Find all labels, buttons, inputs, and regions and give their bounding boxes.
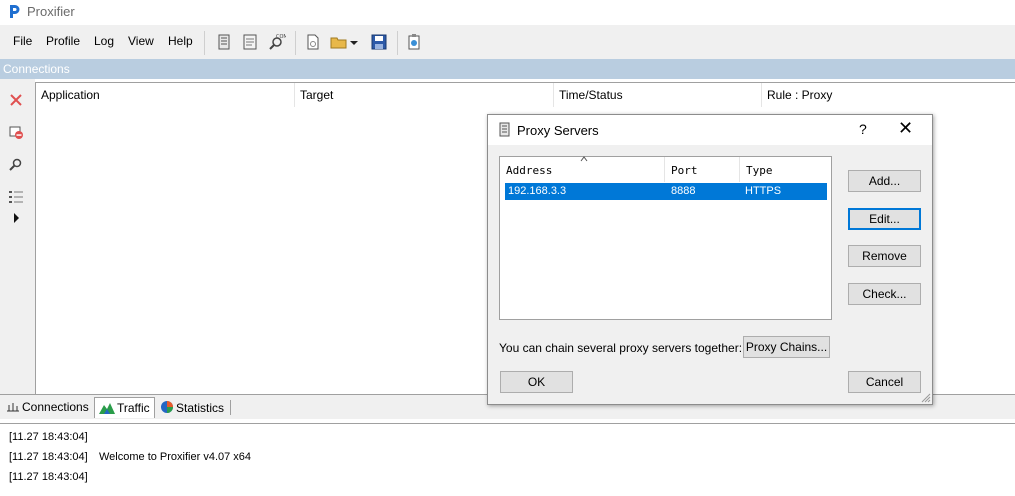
tree-view-icon[interactable] xyxy=(8,189,24,205)
add-button[interactable]: Add... xyxy=(848,170,921,192)
column-header-rule-proxy[interactable]: Rule : Proxy xyxy=(762,83,1015,107)
remove-icon[interactable] xyxy=(8,124,24,140)
tab-label: Traffic xyxy=(117,401,150,415)
proxification-rules-icon[interactable] xyxy=(241,33,259,51)
traffic-icon xyxy=(99,403,115,414)
toolbar-separator xyxy=(295,31,296,55)
log-line: [11.27 18:43:04] Welcome to Proxifier v4… xyxy=(9,451,251,463)
proxy-servers-dialog: Proxy Servers ? ✕ Address Port Type 192.… xyxy=(487,114,933,405)
log-time: [11.27 18:43:04] xyxy=(9,431,88,443)
table-row[interactable]: 192.168.3.3 8888 HTTPS xyxy=(505,183,827,200)
proxy-port: 8888 xyxy=(671,185,696,197)
log-message: Welcome to Proxifier v4.07 x64 xyxy=(99,451,252,463)
column-header-time-status[interactable]: Time/Status xyxy=(554,83,762,107)
close-icon[interactable]: ✕ xyxy=(898,118,913,139)
tab-separator xyxy=(230,400,231,415)
log-pane: [11.27 18:43:04] [11.27 18:43:04] Welcom… xyxy=(0,423,1015,496)
sort-ascending-icon xyxy=(580,156,588,162)
save-profile-icon[interactable] xyxy=(370,33,388,51)
name-resolution-icon[interactable]: COM xyxy=(268,33,286,51)
menu-bar: File Profile Log View Help COM xyxy=(0,25,1015,59)
column-header-type[interactable]: Type xyxy=(740,157,831,182)
tab-traffic[interactable]: Traffic xyxy=(94,397,155,418)
ok-button[interactable]: OK xyxy=(500,371,573,393)
tab-label: Statistics xyxy=(176,401,225,415)
proxy-address: 192.168.3.3 xyxy=(508,185,567,197)
help-button[interactable]: ? xyxy=(859,121,867,137)
expand-arrow-icon[interactable] xyxy=(8,210,24,226)
menu-file[interactable]: File xyxy=(13,34,32,48)
chevron-down-icon[interactable] xyxy=(349,33,359,51)
proxy-servers-icon[interactable] xyxy=(215,33,233,51)
open-profile-icon[interactable] xyxy=(330,33,348,51)
left-toolbar xyxy=(0,79,35,394)
menu-help[interactable]: Help xyxy=(168,34,193,48)
proxifier-logo-icon xyxy=(10,5,20,18)
edit-button[interactable]: Edit... xyxy=(848,208,921,230)
menu-view[interactable]: View xyxy=(128,34,154,48)
menu-log[interactable]: Log xyxy=(94,34,114,48)
column-header-port[interactable]: Port xyxy=(665,157,740,182)
advanced-settings-icon[interactable] xyxy=(405,33,423,51)
check-button[interactable]: Check... xyxy=(848,283,921,305)
cancel-button[interactable]: Cancel xyxy=(848,371,921,393)
tab-label: Connections xyxy=(22,400,89,414)
new-profile-icon[interactable] xyxy=(304,33,322,51)
proxy-chains-button[interactable]: Proxy Chains... xyxy=(743,336,830,358)
app-title: Proxifier xyxy=(27,4,75,19)
statistics-icon xyxy=(161,401,173,413)
remove-button[interactable]: Remove xyxy=(848,245,921,267)
menu-profile[interactable]: Profile xyxy=(46,34,80,48)
dialog-title: Proxy Servers xyxy=(517,123,599,138)
close-connection-icon[interactable] xyxy=(8,92,24,108)
column-label: Address xyxy=(506,164,553,177)
app-titlebar: Proxifier xyxy=(0,0,1015,25)
toolbar-separator xyxy=(397,31,398,55)
log-time: [11.27 18:43:04] xyxy=(9,471,88,483)
dialog-titlebar: Proxy Servers ? ✕ xyxy=(488,115,932,145)
log-line: [11.27 18:43:04] xyxy=(9,471,88,483)
svg-text:COM: COM xyxy=(276,34,286,40)
log-line: [11.27 18:43:04] xyxy=(9,431,88,443)
toolbar-separator xyxy=(204,31,205,55)
proxy-servers-icon xyxy=(499,122,510,137)
column-header-application[interactable]: Application xyxy=(36,83,295,107)
chain-description: You can chain several proxy servers toge… xyxy=(499,341,743,355)
log-time: [11.27 18:43:04] xyxy=(9,451,88,463)
connections-panel-header: Connections xyxy=(0,59,1015,79)
proxy-server-list[interactable]: Address Port Type 192.168.3.3 8888 HTTPS xyxy=(499,156,832,320)
find-icon[interactable] xyxy=(8,157,24,173)
connections-icon xyxy=(7,403,19,412)
column-header-target[interactable]: Target xyxy=(295,83,554,107)
connections-panel-title: Connections xyxy=(3,62,70,76)
resize-grip-icon[interactable] xyxy=(921,393,931,403)
tab-connections[interactable]: Connections xyxy=(2,397,93,418)
tab-statistics[interactable]: Statistics xyxy=(156,397,228,418)
proxy-type: HTTPS xyxy=(745,185,782,197)
column-header-address[interactable]: Address xyxy=(500,156,665,182)
